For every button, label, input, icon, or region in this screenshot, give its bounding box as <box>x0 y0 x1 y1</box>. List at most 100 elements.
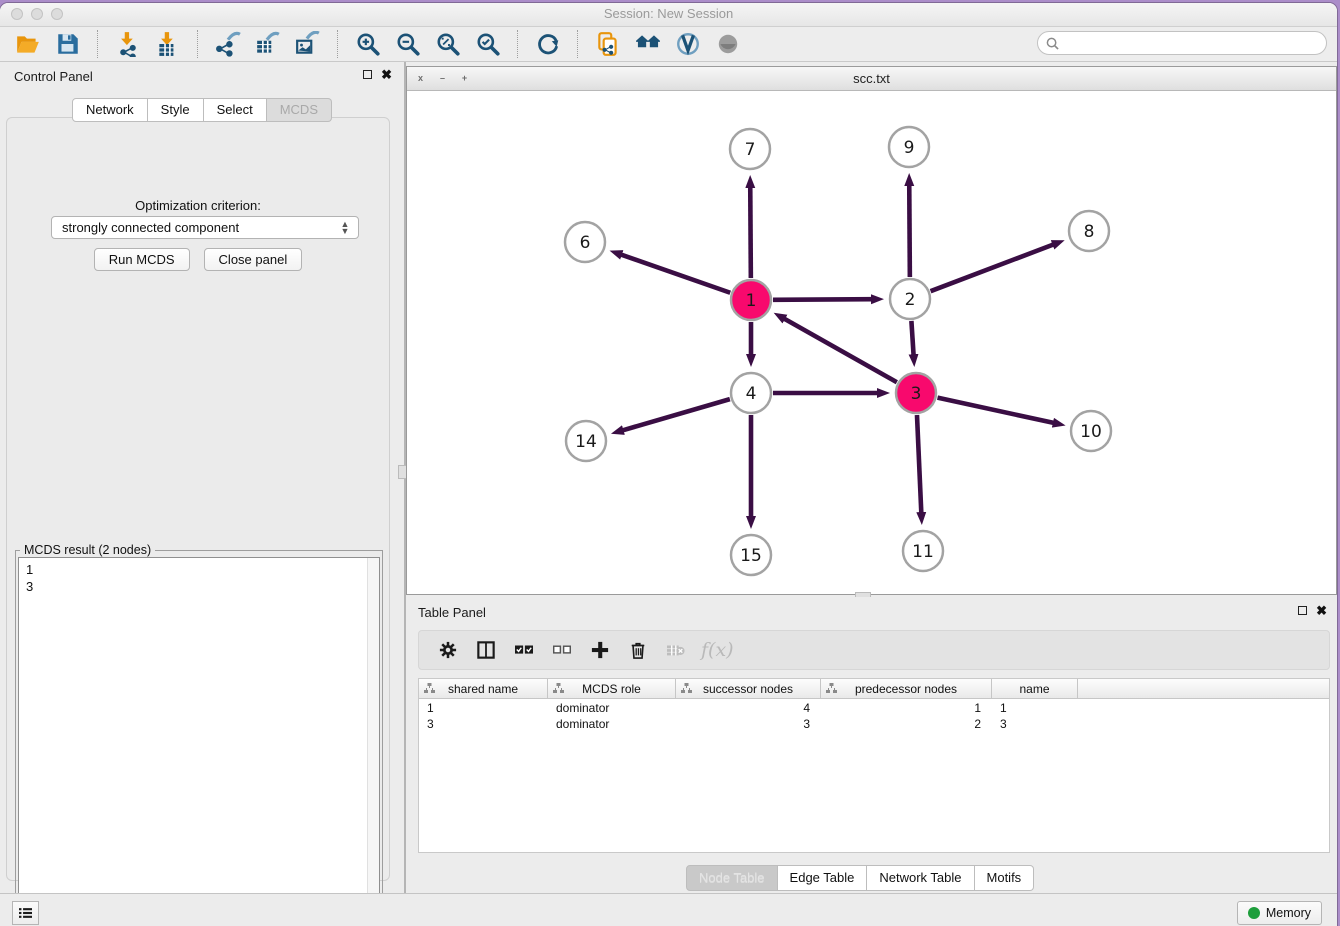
export-network-button[interactable] <box>213 29 243 59</box>
control-panel-tabs: NetworkStyleSelectMCDS <box>0 98 404 122</box>
tab-select[interactable]: Select <box>204 98 267 122</box>
search-input[interactable] <box>1059 34 1326 52</box>
gear-button[interactable] <box>433 635 463 665</box>
zoom-in-button[interactable] <box>353 29 383 59</box>
zoom-out-button[interactable] <box>393 29 423 59</box>
table-row[interactable]: 1dominator411 <box>419 700 1329 716</box>
node-1[interactable]: 1 <box>731 280 771 320</box>
node-8[interactable]: 8 <box>1069 211 1109 251</box>
edge-3-1[interactable] <box>783 318 897 382</box>
mcds-panel: Optimization criterion: strongly connect… <box>6 117 390 881</box>
optimization-criterion-label: Optimization criterion: <box>7 198 389 213</box>
tree-icon <box>553 683 564 694</box>
svg-text:2: 2 <box>905 290 916 310</box>
node-9[interactable]: 9 <box>889 127 929 167</box>
select-stepper-icon: ▲▼ <box>337 221 353 235</box>
network-canvas[interactable]: 7 9 6 8 1 2 4 3 14 10 15 11 <box>407 91 1336 594</box>
add-column-button[interactable] <box>585 635 615 665</box>
node-11[interactable]: 11 <box>903 531 943 571</box>
control-panel-title: Control Panel <box>14 69 93 84</box>
tab-style[interactable]: Style <box>148 98 204 122</box>
cell: dominator <box>548 701 676 715</box>
select-all-checkboxes-button[interactable] <box>509 635 539 665</box>
float-table-panel-icon[interactable] <box>1298 606 1307 615</box>
app-window: Session: New Session Control Panel ✖ Net… <box>0 3 1337 926</box>
table-row[interactable]: 3dominator323 <box>419 716 1329 732</box>
edge-3-10[interactable] <box>937 398 1054 423</box>
gear-icon <box>439 640 457 660</box>
float-panel-icon[interactable] <box>363 70 372 79</box>
close-panel-button[interactable]: Close panel <box>204 248 303 271</box>
column-header-MCDS-role[interactable]: MCDS role <box>548 679 676 698</box>
tree-icon <box>826 683 837 694</box>
run-mcds-button[interactable]: Run MCDS <box>94 248 190 271</box>
svg-text:3: 3 <box>911 384 922 404</box>
clone-network-button[interactable] <box>593 29 623 59</box>
task-history-button[interactable] <box>12 901 39 925</box>
table-rows: 1dominator4113dominator323 <box>419 700 1329 732</box>
node-14[interactable]: 14 <box>566 421 606 461</box>
hide-selected-button[interactable] <box>713 29 743 59</box>
edge-1-2[interactable] <box>773 299 873 300</box>
node-2[interactable]: 2 <box>890 279 930 319</box>
refresh-button[interactable] <box>533 29 563 59</box>
select-all-checkboxes-icon <box>515 640 533 660</box>
tab-motifs[interactable]: Motifs <box>975 865 1035 891</box>
cyndex-button[interactable] <box>673 29 703 59</box>
tab-mcds[interactable]: MCDS <box>267 98 332 122</box>
main-toolbar <box>0 27 1337 62</box>
node-3[interactable]: 3 <box>896 373 936 413</box>
hide-selected-icon <box>715 31 741 57</box>
edge-2-3[interactable] <box>911 321 913 356</box>
cell: 1 <box>992 701 1078 715</box>
tab-edge-table[interactable]: Edge Table <box>778 865 868 891</box>
save-session-button[interactable] <box>53 29 83 59</box>
close-panel-icon[interactable]: ✖ <box>381 69 392 80</box>
tab-node-table[interactable]: Node Table <box>686 865 778 891</box>
edge-3-11[interactable] <box>917 415 921 514</box>
table-toolbar: f(x) <box>418 630 1330 670</box>
tab-network-table[interactable]: Network Table <box>867 865 974 891</box>
export-table-button[interactable] <box>253 29 283 59</box>
edge-1-6[interactable] <box>620 254 730 293</box>
function-builder-button[interactable]: f(x) <box>701 639 734 661</box>
table-panel-title: Table Panel <box>418 605 486 620</box>
first-neighbors-button[interactable] <box>633 29 663 59</box>
edge-1-7[interactable] <box>750 186 751 278</box>
node-10[interactable]: 10 <box>1071 411 1111 451</box>
edge-2-9[interactable] <box>909 184 910 277</box>
import-table-button[interactable] <box>153 29 183 59</box>
memory-button[interactable]: Memory <box>1237 901 1322 925</box>
deselect-all-checkboxes-button[interactable] <box>547 635 577 665</box>
node-7[interactable]: 7 <box>730 129 770 169</box>
tab-network[interactable]: Network <box>72 98 148 122</box>
result-scrollbar[interactable] <box>367 558 379 926</box>
network-window-titlebar[interactable]: x – + scc.txt <box>407 67 1336 91</box>
edge-2-8[interactable] <box>931 244 1055 291</box>
open-session-button[interactable] <box>13 29 43 59</box>
column-header-predecessor-nodes[interactable]: predecessor nodes <box>821 679 992 698</box>
criterion-select[interactable]: strongly connected component ▲▼ <box>51 216 359 239</box>
node-6[interactable]: 6 <box>565 222 605 262</box>
delete-column-button[interactable] <box>623 635 653 665</box>
delete-table-button[interactable] <box>661 635 691 665</box>
column-header-shared-name[interactable]: shared name <box>419 679 548 698</box>
import-network-button[interactable] <box>113 29 143 59</box>
cyndex-icon <box>675 31 701 57</box>
column-header-name[interactable]: name <box>992 679 1078 698</box>
edge-4-14[interactable] <box>622 399 730 431</box>
svg-text:15: 15 <box>740 546 762 566</box>
zoom-fit-button[interactable] <box>433 29 463 59</box>
node-15[interactable]: 15 <box>731 535 771 575</box>
mcds-result-text[interactable]: 1 3 <box>18 557 380 926</box>
svg-text:14: 14 <box>575 432 597 452</box>
zoom-selected-button[interactable] <box>473 29 503 59</box>
close-table-panel-icon[interactable]: ✖ <box>1316 605 1327 616</box>
svg-text:7: 7 <box>745 140 756 160</box>
node-4[interactable]: 4 <box>731 373 771 413</box>
svg-text:1: 1 <box>746 291 757 311</box>
export-image-button[interactable] <box>293 29 323 59</box>
cell: 3 <box>992 717 1078 731</box>
split-columns-button[interactable] <box>471 635 501 665</box>
column-header-successor-nodes[interactable]: successor nodes <box>676 679 821 698</box>
